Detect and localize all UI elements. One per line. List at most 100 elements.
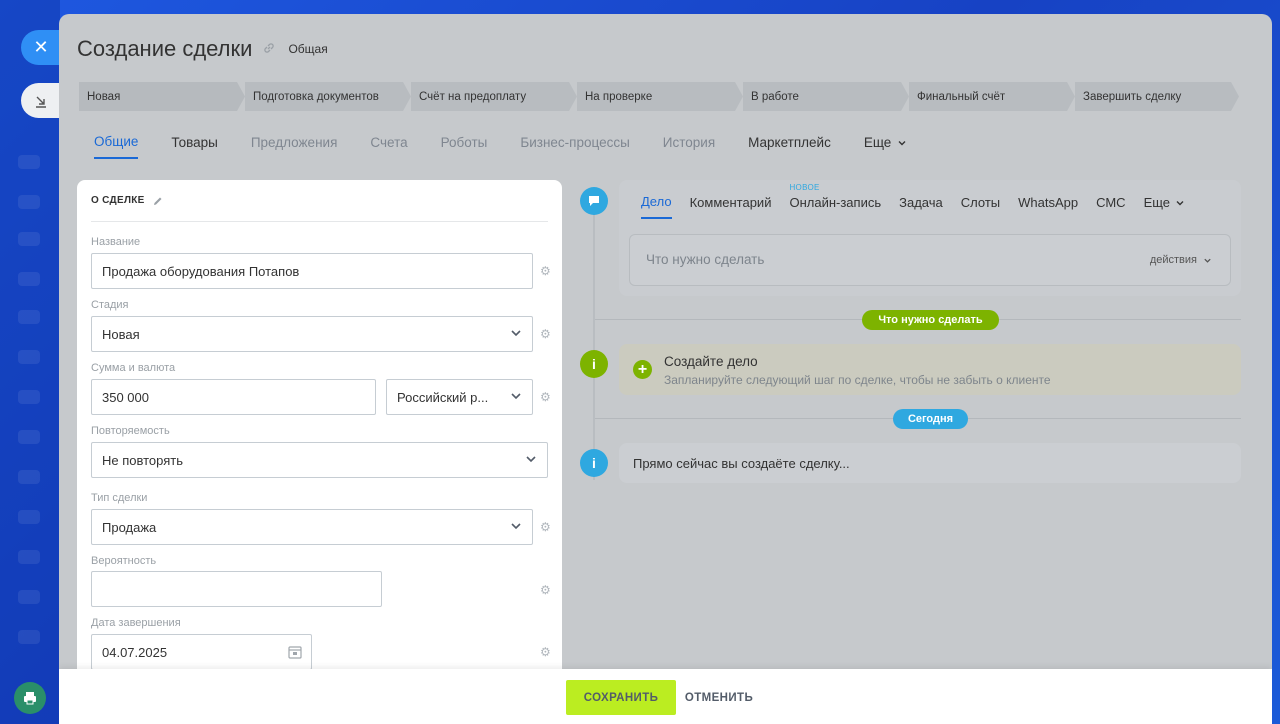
gear-icon[interactable]: ⚙ [540,521,552,533]
todo-placeholder: Что нужно сделать [646,252,765,267]
link-icon[interactable] [262,41,276,58]
amount-label: Сумма и валюта [91,362,176,374]
activity-tab-sms[interactable]: СМС [1096,194,1125,219]
gear-icon[interactable]: ⚙ [540,646,552,658]
chevron-down-icon [898,140,906,145]
tab-label: История [662,135,716,150]
chevron-down-icon [526,456,536,463]
stage-item[interactable]: Подготовка документов [245,82,411,111]
name-field[interactable]: Продажа оборудования Потапов [91,253,533,289]
repeat-select[interactable]: Не повторять [91,442,548,478]
creation-event-card: Прямо сейчас вы создаёте сделку... [619,443,1241,483]
amount-field[interactable]: 350 000 [91,379,376,415]
sidebar-blip [18,155,40,169]
sidebar-blip [18,195,40,209]
tab-products[interactable]: Товары [171,134,217,159]
gear-icon[interactable]: ⚙ [540,391,552,403]
activity-tab-slots[interactable]: Слоты [961,194,1000,219]
activity-tab-comment[interactable]: Комментарий [690,194,772,219]
tab-history[interactable]: История [663,134,715,159]
comment-icon [580,187,608,215]
probability-field[interactable] [91,571,382,607]
tab-robots[interactable]: Роботы [441,134,488,159]
save-button[interactable]: СОХРАНИТЬ [566,680,676,715]
sidebar-blip [18,550,40,564]
deal-type-select[interactable]: Продажа [91,509,533,545]
activity-tab-todo[interactable]: Дело [641,194,672,219]
deal-type-label: Тип сделки [91,492,148,504]
card-header: О СДЕЛКЕ [91,195,163,206]
tab-label: Счета [370,135,408,150]
name-label: Название [91,236,141,248]
info-icon: i [580,449,608,477]
chevron-down-icon [1176,200,1184,205]
activity-tab-label: Слоты [960,195,1001,210]
sidebar-blip [18,630,40,644]
pencil-icon[interactable] [153,196,163,206]
currency-value: Российский р... [397,389,489,405]
stage-item[interactable]: Финальный счёт [909,82,1075,111]
todo-input[interactable]: Что нужно сделать действия [629,234,1231,286]
deal-info-card: О СДЕЛКЕ Название Продажа оборудования П… [77,180,562,680]
chevron-down-icon [511,523,521,530]
currency-select[interactable]: Российский р... [386,379,533,415]
stage-value: Новая [102,326,140,342]
tab-more[interactable]: Еще [864,134,907,159]
sidebar-blip [18,310,40,324]
close-date-field[interactable]: 04.07.2025 [91,634,312,670]
suggest-card[interactable]: + Создайте дело Запланируйте следующий ш… [619,344,1241,395]
activity-tab-task[interactable]: Задача [899,194,943,219]
tab-label: Общие [94,134,139,149]
cancel-button[interactable]: ОТМЕНИТЬ [684,680,754,715]
activity-editor: Дело Комментарий НОВОЕ Онлайн-запись Зада… [619,180,1241,296]
tab-invoices[interactable]: Счета [370,134,407,159]
sidebar-blip [18,232,40,246]
suggest-subtitle: Запланируйте следующий шаг по сделке, чт… [664,373,1051,387]
minimize-icon [36,96,46,108]
printer-button[interactable] [14,682,46,714]
gear-icon[interactable]: ⚙ [540,584,552,596]
tab-label: Предложения [250,135,338,150]
calendar-icon[interactable] [288,645,302,659]
activity-tab-online-booking[interactable]: НОВОЕ Онлайн-запись [789,183,881,219]
minimize-slider-button[interactable] [21,83,61,118]
stage-item[interactable]: Завершить сделку [1075,82,1239,111]
stage-label: Стадия [91,299,129,311]
sidebar-blip [18,590,40,604]
tab-marketplace[interactable]: Маркетплейс [748,134,831,159]
tab-label: Товары [171,135,218,150]
activity-tab-label: Задача [899,195,943,210]
tab-business-processes[interactable]: Бизнес-процессы [520,134,629,159]
new-badge: НОВОЕ [789,183,820,192]
activity-tab-label: WhatsApp [1018,195,1079,210]
activity-tab-label: Дело [641,194,672,209]
activity-tab-more[interactable]: Еще [1144,194,1185,219]
stage-item[interactable]: Счёт на предоплату [411,82,577,111]
footer-bar: СОХРАНИТЬ ОТМЕНИТЬ [59,669,1272,724]
tab-general[interactable]: Общие [94,134,139,159]
suggest-title: Создайте дело [664,354,758,369]
activity-tab-whatsapp[interactable]: WhatsApp [1018,194,1078,219]
gear-icon[interactable]: ⚙ [540,328,552,340]
card-header-label: О СДЕЛКЕ [91,195,145,206]
close-icon: ✕ [33,37,49,57]
gear-icon[interactable]: ⚙ [540,265,552,277]
stage-item[interactable]: Новая [79,82,245,111]
probability-label: Вероятность [91,555,157,567]
amount-value: 350 000 [102,389,149,405]
activity-tab-label: Комментарий [689,195,772,210]
close-slider-button[interactable]: ✕ [21,30,61,65]
tab-offers[interactable]: Предложения [251,134,338,159]
stage-item[interactable]: В работе [743,82,909,111]
printer-icon [24,692,36,705]
close-date-value: 04.07.2025 [102,644,168,660]
category-label[interactable]: Общая [288,42,327,56]
stage-item[interactable]: На проверке [577,82,743,111]
plus-icon[interactable]: + [633,360,652,379]
actions-dropdown[interactable]: действия [1150,254,1212,266]
sidebar-blip [18,390,40,404]
stage-select[interactable]: Новая [91,316,533,352]
close-date-label: Дата завершения [91,617,181,629]
repeat-value: Не повторять [102,452,184,468]
creation-event-text: Прямо сейчас вы создаёте сделку... [633,456,850,471]
